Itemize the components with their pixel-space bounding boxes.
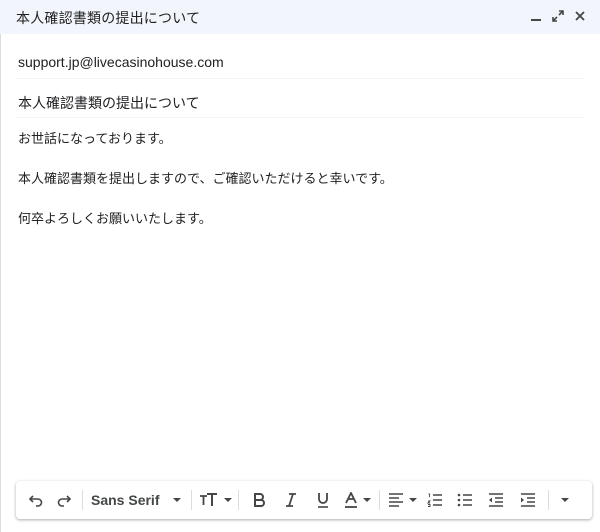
to-field[interactable]: support.jp@livecasinohouse.com (16, 39, 585, 79)
body-line[interactable]: 何卒よろしくお願いいたします。 (18, 208, 212, 227)
chevron-down-icon (362, 498, 371, 502)
toolbar-divider (379, 490, 381, 510)
toolbar-divider (82, 490, 83, 510)
text-color-icon[interactable] (339, 485, 375, 515)
bulleted-list-icon[interactable] (450, 485, 480, 515)
toolbar-divider (548, 490, 550, 510)
chevron-down-icon (561, 498, 570, 502)
toolbar-divider (191, 490, 193, 510)
chevron-down-icon (173, 498, 182, 502)
underline-icon[interactable] (307, 485, 339, 515)
font-family-select[interactable]: Sans Serif (87, 485, 187, 515)
undo-icon[interactable] (22, 485, 50, 515)
minimize-icon[interactable] (528, 7, 544, 25)
close-icon[interactable] (572, 7, 588, 25)
expand-icon[interactable] (550, 7, 566, 25)
align-icon[interactable] (384, 485, 420, 515)
compose-header[interactable]: 本人確認書類の提出について (0, 0, 600, 34)
chevron-down-icon (408, 498, 417, 502)
compose-title: 本人確認書類の提出について (16, 10, 201, 26)
numbered-list-icon[interactable] (420, 485, 450, 515)
subject-text[interactable]: 本人確認書類の提出について (18, 93, 200, 113)
subject-field[interactable]: 本人確認書類の提出について (16, 78, 585, 118)
redo-icon[interactable] (50, 485, 78, 515)
italic-icon[interactable] (275, 485, 307, 515)
body-line[interactable]: お世話になっております。 (18, 128, 172, 147)
font-family-label: Sans Serif (91, 492, 160, 508)
text-size-icon[interactable] (196, 485, 234, 515)
indent-less-icon[interactable] (480, 485, 512, 515)
formatting-toolbar: Sans Serif (16, 481, 592, 519)
body-line[interactable]: 本人確認書類を提出しますので、ご確認いただけると幸いです。 (18, 168, 393, 187)
compose-window: 本人確認書類の提出について support.jp@livecasinohouse… (0, 0, 600, 532)
chevron-down-icon (223, 498, 232, 502)
header-controls (528, 7, 588, 25)
to-recipient[interactable]: support.jp@livecasinohouse.com (18, 54, 224, 70)
bold-icon[interactable] (243, 485, 275, 515)
toolbar-divider (238, 490, 240, 510)
indent-more-icon[interactable] (512, 485, 544, 515)
window-border (0, 34, 1, 532)
more-formatting-icon[interactable] (553, 485, 577, 515)
